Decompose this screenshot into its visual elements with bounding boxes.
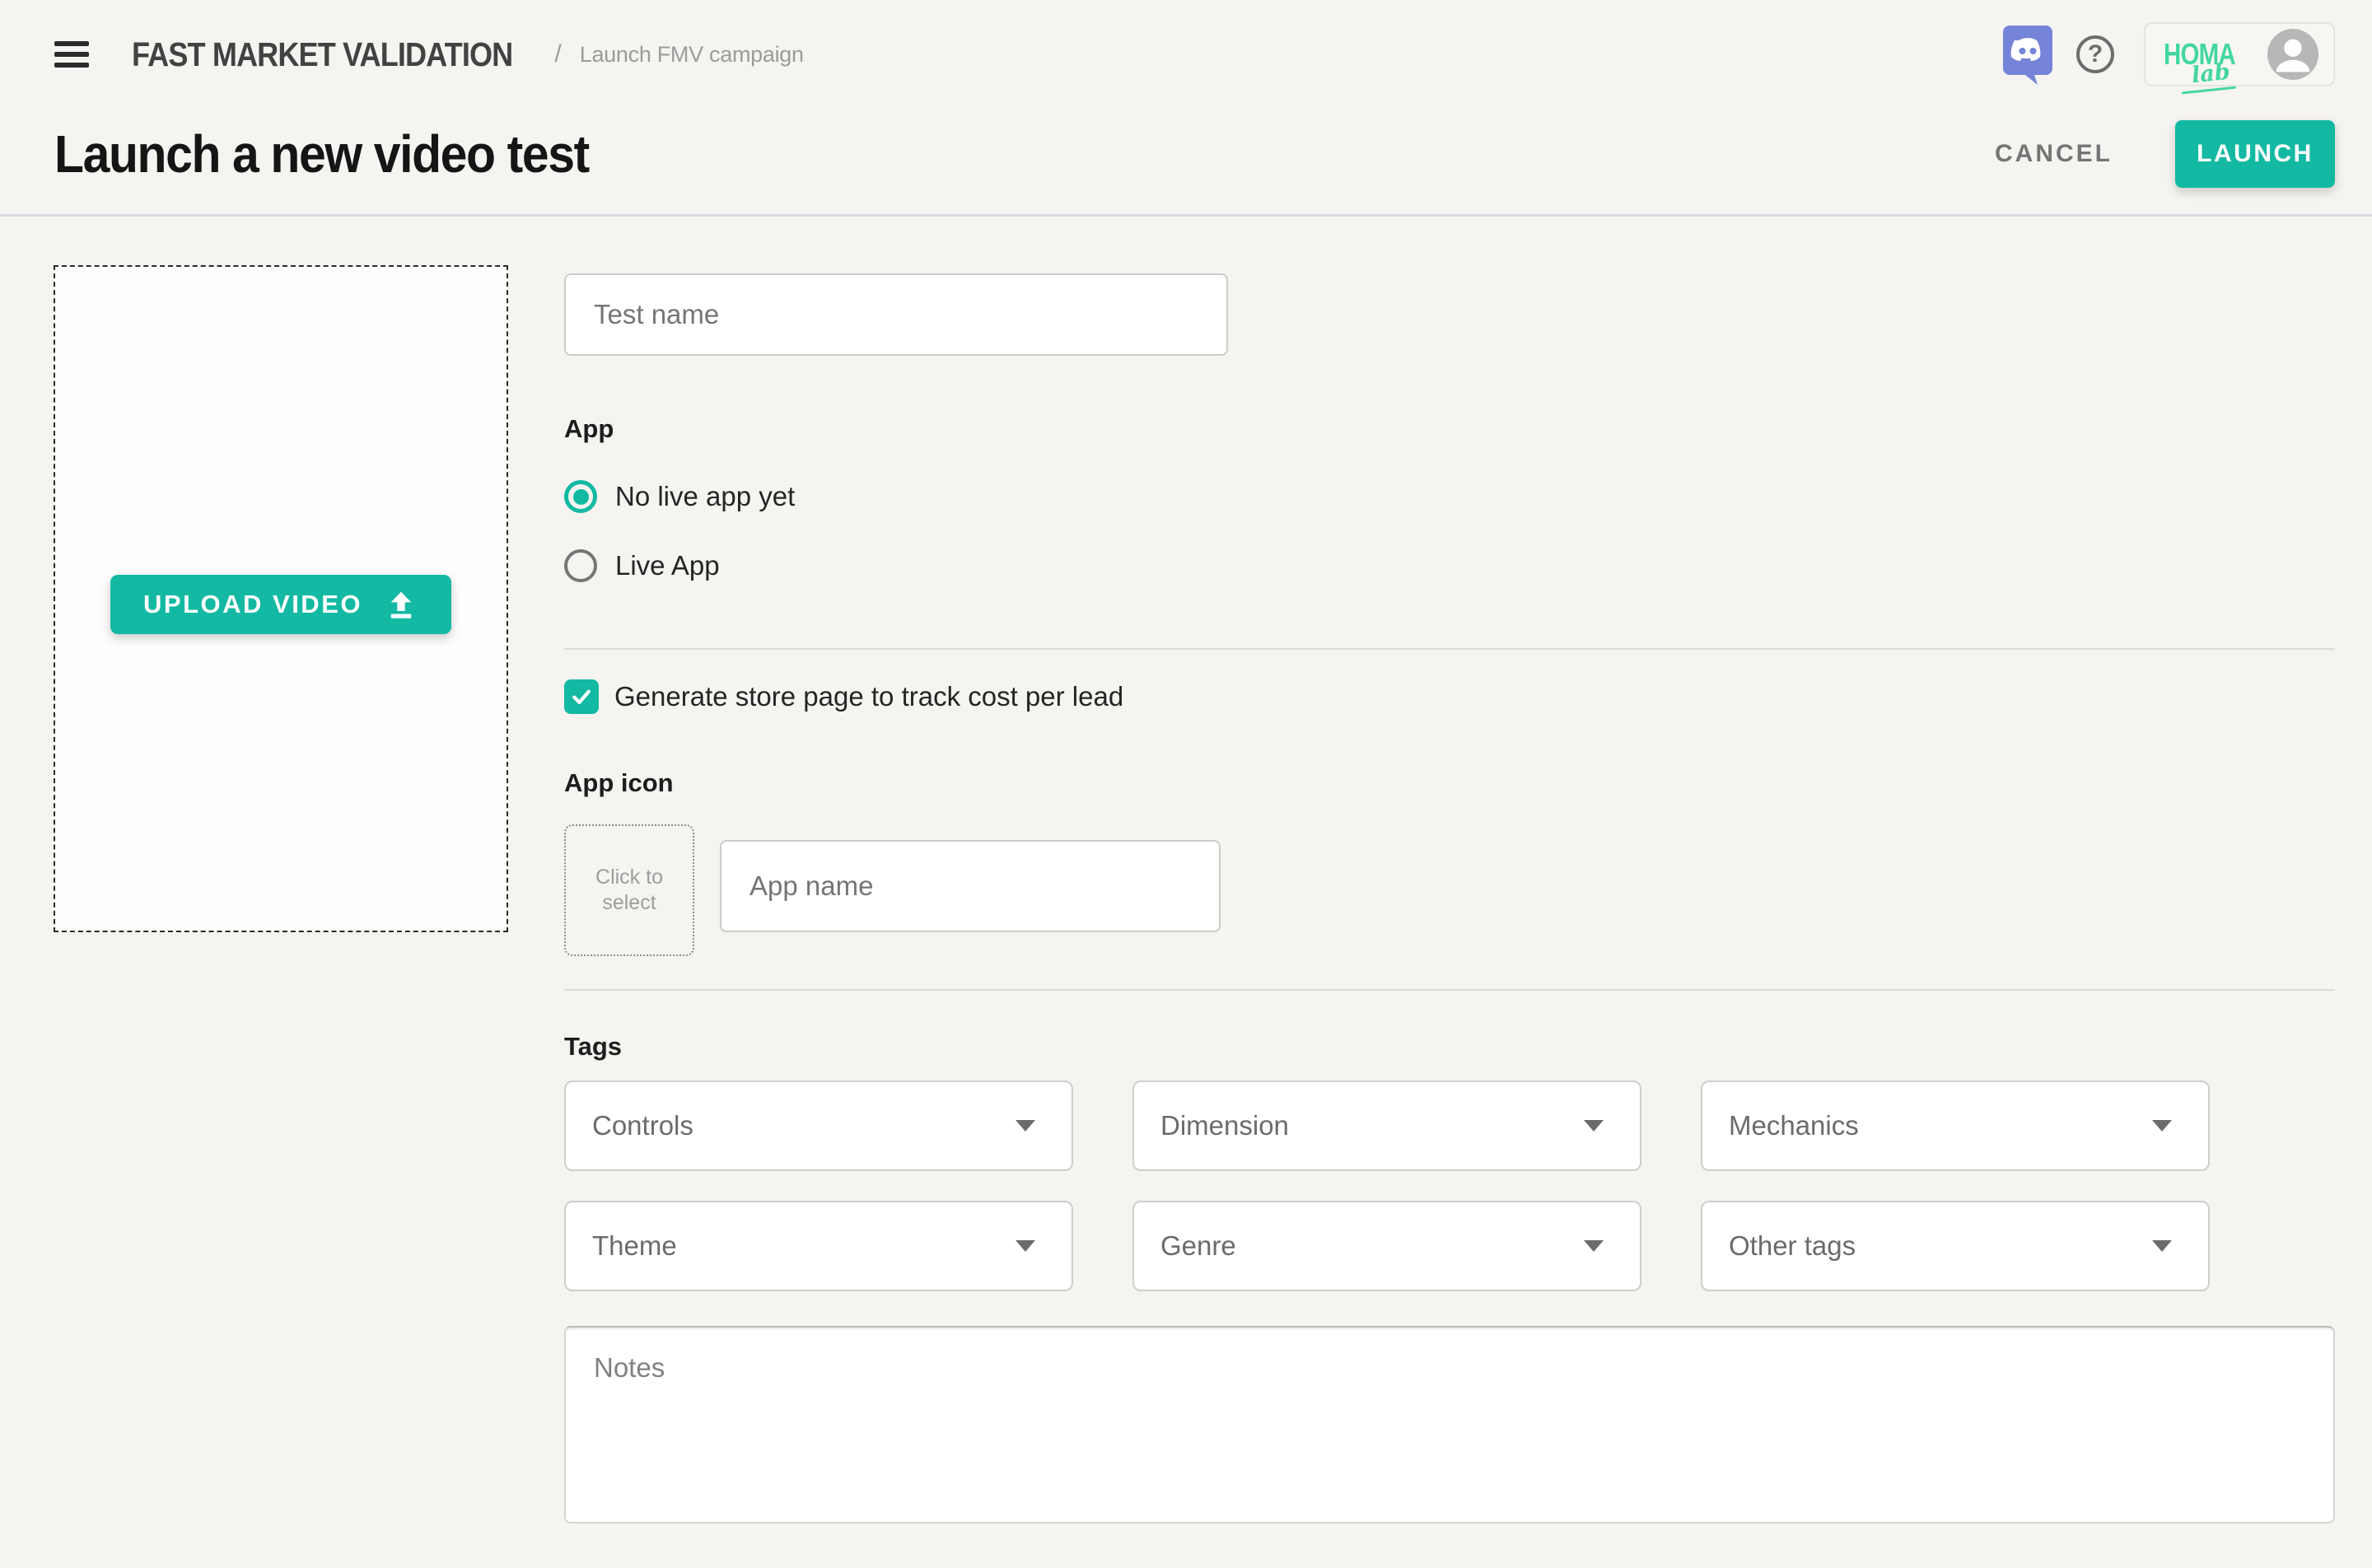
page-actions: CANCEL LAUNCH	[1990, 120, 2335, 188]
radio-no-live-app[interactable]: No live app yet	[564, 480, 2335, 513]
genre-dropdown[interactable]: Genre	[1132, 1201, 1641, 1291]
campaign-form: App No live app yet Live App Generate st…	[564, 265, 2335, 1524]
tags-grid: Controls Dimension Mechanics Theme Genre	[564, 1080, 2335, 1291]
mechanics-dropdown[interactable]: Mechanics	[1701, 1080, 2210, 1171]
discord-icon[interactable]	[2001, 24, 2055, 85]
page-title: Launch a new video test	[54, 124, 589, 184]
genre-dropdown-label: Genre	[1160, 1230, 1236, 1262]
app-icon-picker[interactable]: Click to select	[564, 824, 694, 956]
upload-video-button[interactable]: UPLOAD VIDEO	[110, 575, 451, 634]
controls-dropdown-label: Controls	[592, 1110, 693, 1141]
top-bar: FAST MARKET VALIDATION / Launch FMV camp…	[0, 0, 2372, 86]
radio-live-app-label: Live App	[615, 550, 720, 581]
dimension-dropdown[interactable]: Dimension	[1132, 1080, 1641, 1171]
theme-dropdown-label: Theme	[592, 1230, 677, 1262]
main-content: UPLOAD VIDEO App No live app yet Live Ap…	[0, 217, 2372, 1524]
upload-icon	[384, 587, 418, 622]
radio-unselected-icon[interactable]	[564, 549, 597, 582]
dimension-dropdown-label: Dimension	[1160, 1110, 1289, 1141]
chevron-down-icon	[1584, 1240, 1604, 1252]
video-dropzone[interactable]: UPLOAD VIDEO	[54, 265, 508, 932]
user-avatar[interactable]	[2267, 29, 2318, 80]
chevron-down-icon	[1016, 1120, 1035, 1132]
other-tags-dropdown-label: Other tags	[1729, 1230, 1856, 1262]
chevron-down-icon	[2152, 1240, 2172, 1252]
breadcrumb-separator: /	[554, 40, 561, 68]
checkbox-checked-icon[interactable]	[564, 679, 599, 714]
homa-logo-sub: lab	[2191, 61, 2231, 87]
breadcrumb: FAST MARKET VALIDATION / Launch FMV camp…	[132, 35, 804, 74]
homa-lab-logo: HOMA lab	[2164, 40, 2251, 69]
other-tags-dropdown[interactable]: Other tags	[1701, 1201, 2210, 1291]
account-box[interactable]: HOMA lab	[2144, 22, 2335, 86]
breadcrumb-page: Launch FMV campaign	[580, 42, 804, 68]
chevron-down-icon	[1584, 1120, 1604, 1132]
tags-section-label: Tags	[564, 1032, 2335, 1062]
chevron-down-icon	[2152, 1120, 2172, 1132]
title-bar: Launch a new video test CANCEL LAUNCH	[0, 86, 2372, 204]
hamburger-menu-icon[interactable]	[54, 41, 89, 68]
store-page-checkbox-row[interactable]: Generate store page to track cost per le…	[564, 679, 2335, 714]
launch-button[interactable]: LAUNCH	[2175, 120, 2335, 188]
breadcrumb-section[interactable]: FAST MARKET VALIDATION	[132, 35, 512, 74]
app-icon-row: Click to select	[564, 824, 2335, 956]
fmv-launch-page: FAST MARKET VALIDATION / Launch FMV camp…	[0, 0, 2372, 1568]
radio-selected-icon[interactable]	[564, 480, 597, 513]
divider	[564, 648, 2335, 650]
test-name-input[interactable]	[564, 273, 1228, 356]
divider	[564, 989, 2335, 991]
help-icon[interactable]: ?	[2076, 35, 2114, 73]
notes-textarea[interactable]	[564, 1326, 2335, 1524]
upload-video-label: UPLOAD VIDEO	[143, 590, 362, 619]
cancel-button[interactable]: CANCEL	[1990, 139, 2118, 169]
radio-live-app[interactable]: Live App	[564, 549, 2335, 582]
app-icon-picker-hint: Click to select	[581, 865, 678, 917]
controls-dropdown[interactable]: Controls	[564, 1080, 1073, 1171]
app-section-label: App	[564, 414, 2335, 444]
app-icon-section-label: App icon	[564, 768, 2335, 798]
store-page-checkbox-label: Generate store page to track cost per le…	[614, 681, 1123, 712]
help-glyph: ?	[2088, 40, 2103, 68]
theme-dropdown[interactable]: Theme	[564, 1201, 1073, 1291]
chevron-down-icon	[1016, 1240, 1035, 1252]
radio-no-live-app-label: No live app yet	[615, 481, 795, 512]
app-name-input[interactable]	[720, 840, 1221, 932]
mechanics-dropdown-label: Mechanics	[1729, 1110, 1859, 1141]
